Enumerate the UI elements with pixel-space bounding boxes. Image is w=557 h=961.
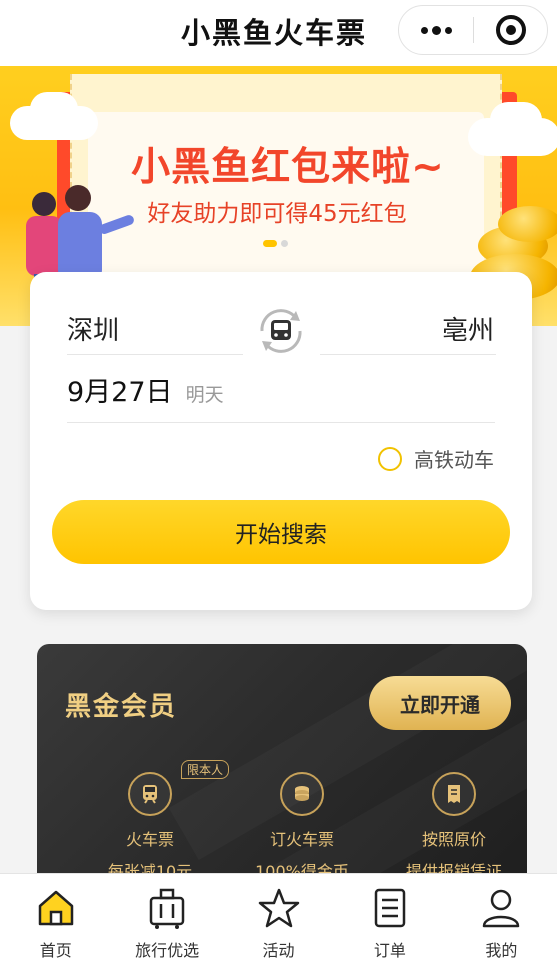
miniprogram-capsule <box>398 5 548 55</box>
benefit-title: 按照原价 <box>421 830 486 849</box>
arrival-city[interactable]: 亳州 <box>442 310 494 347</box>
app-title: 小黑鱼火车票 <box>181 16 368 50</box>
benefit-title: 火车票 <box>125 830 174 849</box>
member-title: 黑金会员 <box>65 692 178 722</box>
departure-underline <box>67 354 243 355</box>
tab-label: 订单 <box>373 941 406 960</box>
banner-headline: 小黑鱼红包来啦~ <box>131 145 445 190</box>
benefit-train-discount: 火车票 每张减10元 <box>85 772 215 876</box>
close-miniprogram-button[interactable] <box>474 15 547 45</box>
carousel-indicator <box>263 240 288 247</box>
coin-icon <box>498 206 557 242</box>
checkbox-circle-icon <box>378 446 402 471</box>
departure-date: 9月27日 <box>67 377 173 408</box>
self-only-tag: 限本人 <box>181 760 230 779</box>
user-icon <box>477 884 525 931</box>
more-dot-icon <box>431 25 441 35</box>
tab-profile[interactable]: 我的 <box>446 874 557 961</box>
tab-label: 活动 <box>262 941 295 960</box>
carousel-dot-active <box>263 240 277 247</box>
tab-travel-picks[interactable]: 旅行优选 <box>111 874 222 961</box>
arrival-underline <box>320 354 496 355</box>
cloud-right-puff <box>490 102 542 138</box>
date-selector[interactable]: 9月27日 明天 <box>67 370 224 409</box>
coin-stack-icon <box>280 772 324 816</box>
benefit-title: 订火车票 <box>269 830 334 849</box>
banner-subline: 好友助力即可得45元红包 <box>147 201 407 227</box>
home-icon <box>32 884 80 931</box>
ticket-search-card: 深圳 亳州 9月27日 明天 高铁动车 开始搜索 <box>30 272 532 610</box>
tab-label: 旅行优选 <box>135 941 200 960</box>
black-gold-member-card: 黑金会员 立即开通 火车票 每张减10元 限本人 订火车票 100%得金币 按照… <box>37 644 527 876</box>
more-dot-icon <box>444 26 452 34</box>
tab-activities[interactable]: 活动 <box>223 874 334 961</box>
bottom-tab-bar: 首页 旅行优选 活动 订单 我的 <box>0 873 557 961</box>
more-dot-icon <box>420 26 428 34</box>
carousel-dot <box>281 240 288 247</box>
tab-orders[interactable]: 订单 <box>334 874 445 961</box>
swap-cities-button[interactable] <box>252 302 310 360</box>
cloud-left-puff <box>30 92 78 126</box>
train-icon <box>128 772 172 816</box>
high-speed-only-toggle[interactable]: 高铁动车 <box>378 444 494 473</box>
luggage-icon <box>143 884 191 931</box>
receipt-icon <box>432 772 476 816</box>
start-search-button[interactable]: 开始搜索 <box>52 500 510 564</box>
order-list-icon <box>366 884 414 931</box>
date-hint: 明天 <box>185 384 224 406</box>
more-menu-button[interactable] <box>399 6 473 54</box>
tab-label: 我的 <box>485 941 518 960</box>
tab-home[interactable]: 首页 <box>0 874 111 961</box>
benefit-receipt: 按照原价 提供报销凭证 <box>389 772 519 876</box>
tab-label: 首页 <box>39 941 72 960</box>
high-speed-label: 高铁动车 <box>414 448 494 472</box>
benefit-gold-coins: 订火车票 100%得金币 <box>237 772 367 876</box>
departure-city[interactable]: 深圳 <box>67 310 119 347</box>
swap-train-icon <box>260 309 302 353</box>
star-icon <box>255 884 303 931</box>
activate-membership-button[interactable]: 立即开通 <box>369 676 511 730</box>
target-close-icon <box>495 15 526 45</box>
top-bar: 小黑鱼火车票 <box>0 0 557 66</box>
date-underline <box>67 422 495 423</box>
